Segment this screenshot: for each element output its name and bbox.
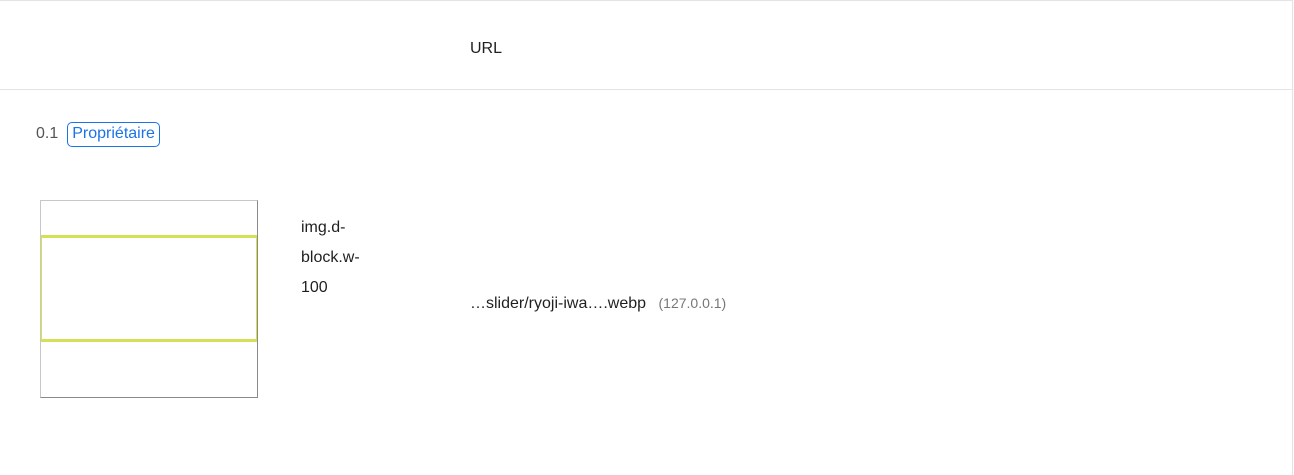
table-header: URL (0, 0, 1293, 90)
element-thumbnail (40, 200, 258, 398)
resource-host: (127.0.0.1) (658, 295, 727, 311)
selector-line: block.w- (301, 249, 360, 266)
url-cell[interactable]: …slider/ryoji-iwa….webp (127.0.0.1) (470, 288, 726, 319)
score-value: 0.1 (36, 125, 59, 142)
node-selector: img.d- block.w- 100 (301, 213, 391, 303)
entity-badge[interactable]: Propriétaire (67, 121, 160, 147)
audit-table: URL 0.1 Propriétaire img.d- block.w- 100… (0, 0, 1293, 475)
selector-line: 100 (301, 279, 328, 296)
highlight-box (41, 235, 257, 341)
group-label: 0.1 Propriétaire (36, 120, 160, 148)
highlight-line-bottom (41, 339, 257, 342)
highlight-line-top (41, 235, 257, 238)
selector-line: img.d- (301, 219, 346, 236)
column-header-url: URL (470, 40, 503, 57)
resource-url[interactable]: …slider/ryoji-iwa….webp (470, 295, 646, 312)
